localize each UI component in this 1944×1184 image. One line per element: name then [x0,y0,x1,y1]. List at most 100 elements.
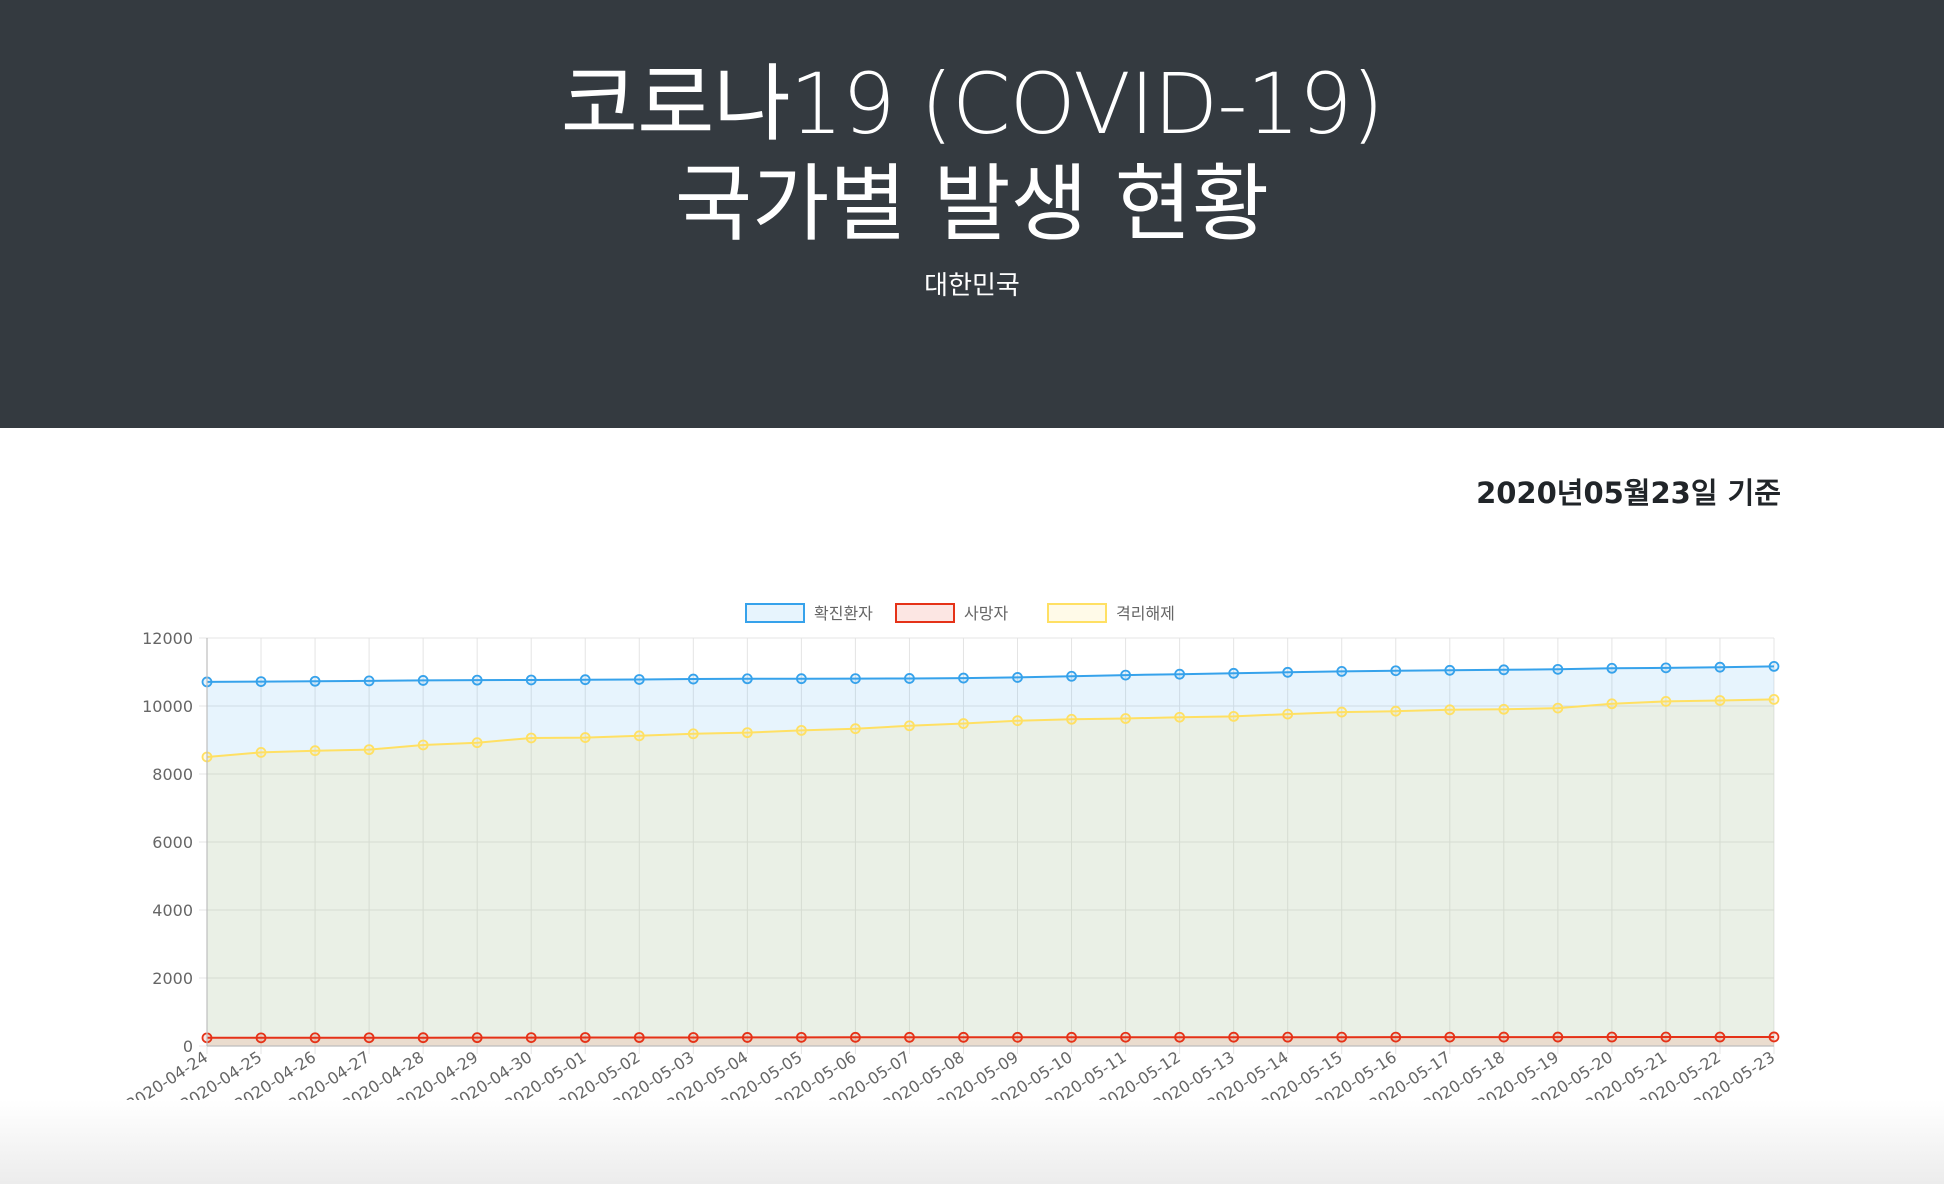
data-point [1174,668,1186,680]
data-point [309,745,321,757]
data-point [850,723,861,735]
data-point [633,674,645,685]
data-point [1336,1031,1348,1043]
country-name: 대한민국 [924,271,1020,301]
data-point [579,674,591,686]
data-point [1714,695,1726,706]
data-point [1174,1031,1186,1043]
data-point [741,673,753,685]
data-point [471,1032,483,1044]
data-point [1714,661,1726,673]
data-point [1066,1031,1077,1043]
data-point [1390,1031,1402,1043]
data-point [1120,713,1131,724]
data-point [904,1031,915,1043]
data-point [1228,710,1240,722]
data-point [1012,1031,1023,1043]
data-point [795,724,807,736]
data-point [363,744,375,756]
data-point [363,675,375,687]
data-point [255,747,267,758]
data-point [633,730,645,742]
page-title: 코로나19 (COVID-19) [560,55,1384,153]
data-point [1660,1031,1672,1043]
data-point [1444,664,1456,676]
data-point [417,739,429,751]
y-tick-label: 2000 [152,969,193,988]
legend-label: 사망자 [964,604,1008,623]
data-point [1552,1031,1564,1043]
data-point [525,1032,537,1044]
data-point [525,674,537,686]
data-point [1660,696,1672,707]
data-point [1012,715,1023,727]
data-point [958,672,969,684]
data-point [904,673,915,684]
data-point [687,1032,699,1043]
y-tick-label: 10000 [142,697,193,716]
data-point [1768,1031,1780,1043]
data-point [1336,665,1348,677]
data-point [1552,702,1564,714]
legend-label: 확진환자 [814,604,873,623]
data-point [795,673,807,685]
data-point [255,1032,267,1044]
header-banner: 코로나19 (COVID-19) 국가별 발생 현황 대한민국 [0,0,1944,428]
legend-swatch [1047,603,1107,623]
data-point [309,675,321,687]
data-point [850,673,861,684]
data-point [958,1031,969,1043]
series-areas [207,666,1774,1046]
data-point [471,674,483,686]
data-point [1606,1031,1618,1043]
data-point [958,718,969,729]
legend-swatch [745,603,805,623]
data-point [579,732,591,743]
data-point [850,1031,861,1043]
data-point [1390,665,1402,677]
legend-label: 격리해제 [1116,604,1175,623]
data-point [633,1032,645,1043]
y-tick-label: 4000 [152,901,193,920]
page-subtitle: 국가별 발생 현황 [674,155,1270,253]
data-point [1120,1031,1131,1043]
data-point [417,1032,429,1044]
series-line [207,1036,1774,1039]
data-point [1282,1031,1294,1043]
chart-legend: 확진환자 사망자 격리해제 [745,603,1175,623]
data-point [1498,703,1510,715]
line-chart: 확진환자 사망자 격리해제 0200040006000800010000120002… [123,603,1780,1114]
data-point [1768,660,1780,672]
data-point [687,673,699,685]
data-point [741,727,753,739]
y-tick-label: 8000 [152,765,193,784]
data-point [1066,670,1077,682]
data-point [1174,711,1186,723]
data-point [1390,705,1402,717]
data-point [687,728,699,740]
data-point [1768,694,1780,705]
data-point [1444,704,1456,716]
data-point [1606,662,1618,674]
data-point [1552,663,1564,675]
data-point [255,676,267,687]
data-point [1282,666,1294,678]
page-footer-shade [0,1100,1944,1184]
data-point [525,732,537,744]
data-point [741,1032,753,1043]
data-point [1228,1031,1240,1043]
data-point [1066,713,1077,725]
as-of-date: 2020년05월23일 기준 [1476,476,1781,510]
data-point [363,1032,375,1044]
data-point [1498,1031,1510,1043]
legend-swatch [895,603,955,623]
data-point [417,675,429,686]
data-point [1012,672,1023,683]
y-tick-label: 12000 [142,629,193,648]
data-point [1336,706,1348,718]
data-point [471,737,483,749]
data-point [1120,669,1131,681]
data-point [309,1032,321,1044]
data-point [904,720,915,732]
data-point [1714,1031,1726,1043]
